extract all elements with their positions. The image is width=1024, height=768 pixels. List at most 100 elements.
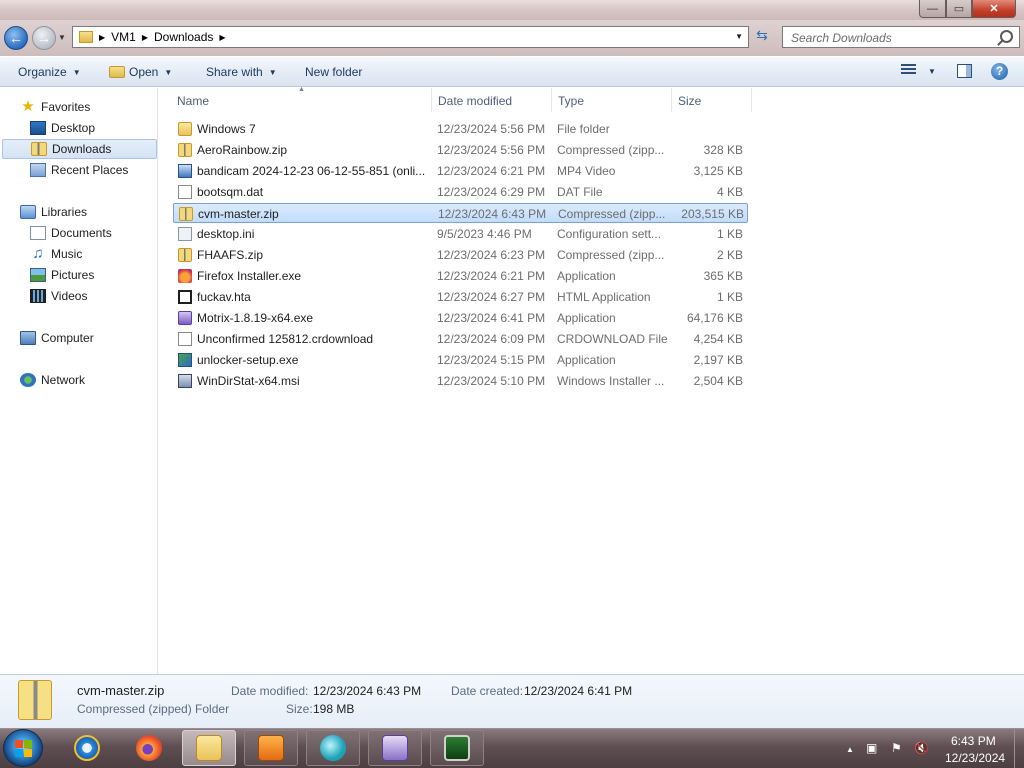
action-center-icon[interactable]: ▣ [866,741,877,755]
nav-computer[interactable]: Computer [20,328,94,348]
file-row[interactable]: desktop.ini 9/5/2023 4:46 PM Configuration… [173,224,748,244]
nav-label: Desktop [51,121,96,135]
search-icon[interactable] [1000,30,1013,43]
file-date-modified: 12/23/2024 5:56 PM [437,122,546,136]
details-file-type: Compressed (zipped) Folder [77,702,230,716]
show-hidden-icons-icon[interactable]: ▲ [846,745,854,754]
nav-music[interactable]: ♫ Music [30,244,82,264]
column-divider[interactable] [551,88,552,112]
nav-libraries[interactable]: Libraries [20,202,87,222]
taskbar-chat-app[interactable] [306,730,360,766]
file-size: 2 KB [716,248,743,262]
nav-videos[interactable]: Videos [30,286,87,306]
forward-button[interactable]: → [32,26,56,50]
column-header-type[interactable]: Type [558,92,584,110]
file-row[interactable]: fuckav.hta 12/23/2024 6:27 PM HTML Applica… [173,287,748,307]
file-name: desktop.ini [197,227,255,241]
file-row[interactable]: Windows 7 12/23/2024 5:56 PM File folder [173,119,748,139]
nav-pictures[interactable]: Pictures [30,265,94,285]
zip-icon [178,248,192,262]
file-type: Compressed (zipp... [558,207,666,221]
file-type: Compressed (zipp... [557,248,665,262]
file-row[interactable]: bootsqm.dat 12/23/2024 6:29 PM DAT File 4 K… [173,182,748,202]
breadcrumb-downloads[interactable]: Downloads [154,30,213,44]
arrow-right-icon: → [37,30,51,46]
taskbar-media-player[interactable] [244,730,298,766]
nav-documents[interactable]: Documents [30,223,112,243]
file-name: Motrix-1.8.19-x64.exe [197,311,314,325]
search-box[interactable] [782,26,1020,48]
breadcrumb-vm1[interactable]: VM1 [111,30,136,44]
column-divider[interactable] [751,88,752,112]
file-size: 3,125 KB [693,164,743,178]
open-button[interactable]: Open ▼ [109,65,172,79]
file-row[interactable]: FHAAFS.zip 12/23/2024 6:23 PM Compressed (… [173,245,748,265]
clock-date[interactable]: 12/23/2024 [945,751,1005,765]
help-icon[interactable]: ? [991,63,1008,80]
nav-network[interactable]: Network [20,370,85,390]
file-row[interactable]: unlocker-setup.exe 12/23/2024 5:15 PM Appl… [173,350,748,370]
file-row[interactable]: cvm-master.zip 12/23/2024 6:43 PM Compress… [173,203,748,223]
clock-time[interactable]: 6:43 PM [951,734,996,748]
column-divider[interactable] [431,88,432,112]
file-row[interactable]: WinDirStat-x64.msi 12/23/2024 5:10 PM Wind… [173,371,748,391]
column-header-name[interactable]: Name [177,92,209,110]
nav-recent-places[interactable]: Recent Places [30,160,128,180]
file-name: bootsqm.dat [197,185,264,199]
maximize-button[interactable]: ▭ [946,0,972,18]
start-button[interactable] [3,729,43,767]
nav-desktop[interactable]: Desktop [30,118,95,138]
show-desktop-button[interactable] [1014,728,1024,768]
folder-icon [178,122,192,136]
close-button[interactable]: ✕ [972,0,1016,18]
file-name: unlocker-setup.exe [197,353,299,367]
nav-label: Favorites [41,100,91,114]
search-input[interactable] [789,28,993,48]
taskbar-file-explorer[interactable] [182,730,236,766]
taskbar-internet-explorer[interactable] [60,730,114,766]
file-row[interactable]: Unconfirmed 125812.crdownload 12/23/2024 … [173,329,748,349]
pictures-icon [30,268,46,282]
flag-icon[interactable]: ⚑ [891,741,902,755]
file-size: 4,254 KB [693,332,743,346]
file-name: FHAAFS.zip [197,248,264,262]
column-header-date-modified[interactable]: Date modified [438,92,512,110]
change-view-icon[interactable] [901,64,916,77]
video-file-icon [178,164,192,178]
preview-pane-icon[interactable] [957,64,972,78]
file-type: MP4 Video [557,164,616,178]
nav-downloads[interactable]: Downloads [2,139,157,159]
file-size: 1 KB [716,227,743,241]
refresh-button[interactable]: ⇆ [751,27,773,47]
file-row[interactable]: AeroRainbow.zip 12/23/2024 5:56 PM Compres… [173,140,748,160]
taskbar-floppy-app[interactable] [368,730,422,766]
new-folder-button[interactable]: New folder [305,65,362,79]
breadcrumb-chevron-icon[interactable]: ▶ [99,33,105,42]
address-dropdown-icon[interactable]: ▼ [735,32,743,41]
music-icon: ♫ [32,245,44,262]
recent-pages-dropdown[interactable]: ▼ [58,33,66,42]
downloads-folder-icon [31,142,47,156]
address-bar[interactable]: ▶ VM1 ▶ Downloads ▶ ▼ [72,26,749,48]
nav-label: Recent Places [51,163,129,177]
file-size: 203,515 KB [681,207,744,221]
chevron-down-icon[interactable]: ▼ [928,67,936,76]
share-with-button[interactable]: Share with ▼ [206,65,277,79]
file-row[interactable]: Motrix-1.8.19-x64.exe 12/23/2024 6:41 PM A… [173,308,748,328]
nav-label: Libraries [41,205,88,219]
volume-muted-icon[interactable]: 🔇 [914,741,929,755]
nav-favorites[interactable]: ★ Favorites [20,97,90,117]
file-row[interactable]: bandicam 2024-12-23 06-12-55-851 (onli..… [173,161,748,181]
back-button[interactable]: ← [4,26,28,50]
file-row[interactable]: Firefox Installer.exe 12/23/2024 6:21 PM A… [173,266,748,286]
column-header-size[interactable]: Size [678,92,701,110]
details-date-created-value: 12/23/2024 6:41 PM [524,684,633,698]
internet-explorer-icon [74,735,100,761]
minimize-button[interactable]: — [919,0,946,18]
taskbar-terminal-app[interactable] [430,730,484,766]
taskbar-firefox[interactable] [122,730,176,766]
breadcrumb-chevron-icon[interactable]: ▶ [142,33,148,42]
organize-menu-button[interactable]: Organize ▼ [18,65,81,79]
column-divider[interactable] [671,88,672,112]
breadcrumb-chevron-icon[interactable]: ▶ [219,33,225,42]
